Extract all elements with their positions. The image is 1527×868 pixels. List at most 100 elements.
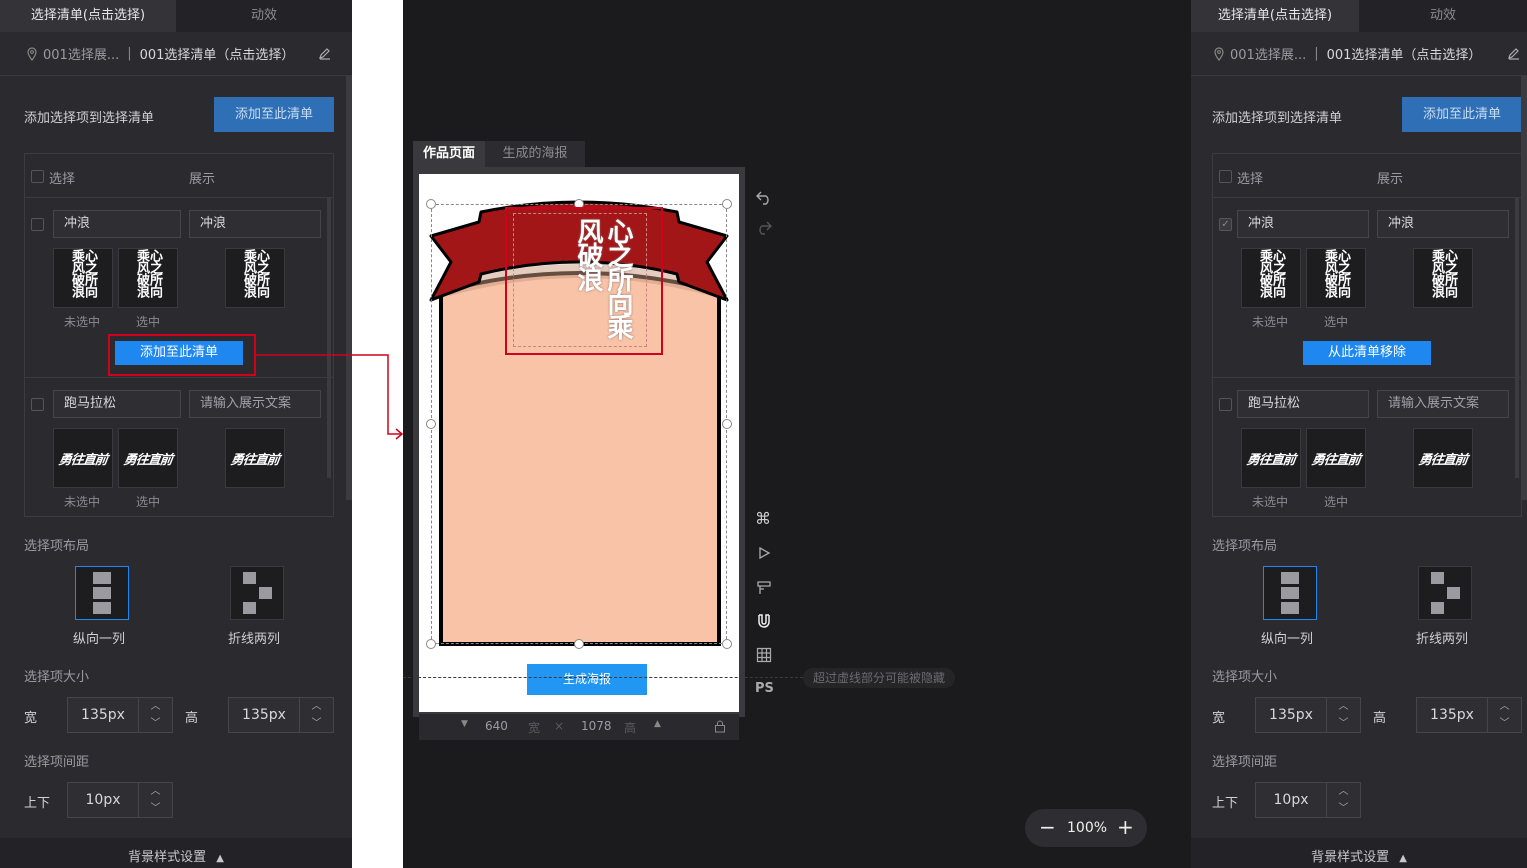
caret-up-icon[interactable]: ▲	[654, 719, 661, 729]
chevron-down-icon[interactable]: ﹀	[139, 800, 172, 817]
remove-from-list-button[interactable]: 从此清单移除	[1303, 341, 1431, 365]
stepper-arrows[interactable]: ︿ ﹀	[138, 698, 172, 732]
stepper-arrows[interactable]: ︿ ﹀	[1326, 783, 1360, 817]
list-scrollbar[interactable]	[1515, 198, 1519, 478]
thumb-selected[interactable]: 心之所向乘风破浪	[1306, 248, 1366, 308]
ps-export-icon[interactable]: PS	[755, 681, 774, 696]
chevron-up-icon[interactable]: ︿	[1327, 698, 1360, 715]
thumb-unselected[interactable]: 心之所向乘风破浪	[53, 248, 113, 308]
chevron-down-icon[interactable]: ﹀	[139, 715, 172, 732]
tab-animation[interactable]: 动效	[1359, 0, 1527, 32]
tab-select-list[interactable]: 选择清单(点击选择)	[1191, 0, 1359, 32]
resize-handle[interactable]	[722, 419, 732, 429]
height-value[interactable]: 135px	[229, 698, 299, 732]
item-checkbox[interactable]	[1219, 398, 1232, 411]
stepper-arrows[interactable]: ︿ ﹀	[1487, 698, 1521, 732]
annotation-arrow	[108, 334, 404, 440]
width-stepper[interactable]: 135px ︿ ﹀	[67, 697, 173, 733]
breadcrumb-parent[interactable]: 001选择展...	[1230, 44, 1306, 63]
thumb-unselected[interactable]: 勇往直前	[53, 428, 113, 488]
resize-handle[interactable]	[574, 639, 584, 649]
chevron-up-icon[interactable]: ︿	[139, 783, 172, 800]
format-painter-icon[interactable]	[756, 580, 772, 596]
thumb-selected[interactable]: 心之所向乘风破浪	[118, 248, 178, 308]
add-to-list-button[interactable]: 添加至此清单	[214, 97, 334, 132]
tab-generated-poster[interactable]: 生成的海报	[485, 141, 585, 167]
chevron-down-icon[interactable]: ﹀	[300, 715, 333, 732]
generate-poster-button[interactable]: 生成海报	[527, 664, 647, 695]
resize-handle[interactable]	[722, 199, 732, 209]
stepper-arrows[interactable]: ︿ ﹀	[299, 698, 333, 732]
item-name-input[interactable]: 冲浪	[53, 210, 181, 238]
tab-animation[interactable]: 动效	[176, 0, 352, 32]
tab-work-page[interactable]: 作品页面	[413, 141, 485, 167]
height-stepper[interactable]: 135px ︿ ﹀	[1416, 697, 1522, 733]
breadcrumb-parent[interactable]: 001选择展...	[43, 44, 119, 63]
canvas-height-value[interactable]: 1078	[581, 719, 612, 733]
thumb-display[interactable]: 心之所向乘风破浪	[1413, 248, 1473, 308]
magnet-icon[interactable]	[756, 613, 772, 630]
resize-handle[interactable]	[426, 419, 436, 429]
chevron-down-icon[interactable]: ﹀	[1327, 715, 1360, 732]
chevron-up-icon[interactable]: ︿	[1488, 698, 1521, 715]
preview-play-icon[interactable]	[757, 546, 771, 560]
canvas-width-value[interactable]: 640	[485, 719, 508, 733]
layout-zigzag-option[interactable]	[230, 566, 284, 620]
item-checkbox[interactable]	[31, 218, 44, 231]
caption-selected: 选中	[136, 315, 161, 329]
chevron-down-icon[interactable]: ﹀	[1327, 800, 1360, 817]
thumb-display[interactable]: 心之所向乘风破浪	[225, 248, 285, 308]
background-settings-toggle[interactable]: 背景样式设置 ▲	[0, 838, 352, 868]
background-settings-toggle[interactable]: 背景样式设置 ▲	[1191, 838, 1527, 868]
spacing-value[interactable]: 10px	[68, 783, 138, 817]
resize-handle[interactable]	[722, 639, 732, 649]
layout-zigzag-option[interactable]	[1418, 566, 1472, 620]
lock-icon[interactable]	[714, 720, 726, 733]
item-display-input[interactable]: 请输入展示文案	[1377, 390, 1509, 418]
stepper-arrows[interactable]: ︿ ﹀	[138, 783, 172, 817]
caret-down-icon[interactable]: ▼	[461, 719, 468, 729]
command-icon[interactable]: ⌘	[755, 509, 771, 528]
item-name-input[interactable]: 冲浪	[1237, 210, 1369, 238]
layout-vertical-option[interactable]	[75, 566, 129, 620]
height-value[interactable]: 135px	[1417, 698, 1487, 732]
width-value[interactable]: 135px	[68, 698, 138, 732]
add-to-list-button[interactable]: 添加至此清单	[1402, 97, 1522, 132]
panel-scrollbar[interactable]	[1521, 76, 1527, 500]
item-checkbox-checked[interactable]: ✓	[1219, 218, 1232, 231]
grid-icon[interactable]	[756, 647, 772, 663]
width-value[interactable]: 135px	[1256, 698, 1326, 732]
spacing-value[interactable]: 10px	[1256, 783, 1326, 817]
edit-pencil-icon[interactable]	[1507, 46, 1521, 60]
redo-icon[interactable]	[755, 219, 773, 235]
item-name-input[interactable]: 跑马拉松	[1237, 390, 1369, 418]
zoom-in-button[interactable]: +	[1117, 815, 1134, 839]
thumb-unselected[interactable]: 心之所向乘风破浪	[1241, 248, 1301, 308]
resize-handle[interactable]	[426, 199, 436, 209]
layout-vertical-option[interactable]	[1263, 566, 1317, 620]
select-all-checkbox[interactable]	[1219, 170, 1232, 183]
edit-pencil-icon[interactable]	[318, 46, 332, 60]
spacing-stepper[interactable]: 10px ︿ ﹀	[67, 782, 173, 818]
thumb-selected[interactable]: 勇往直前	[1306, 428, 1366, 488]
tab-select-list[interactable]: 选择清单(点击选择)	[0, 0, 176, 32]
chevron-down-icon[interactable]: ﹀	[1488, 715, 1521, 732]
spacing-stepper[interactable]: 10px ︿ ﹀	[1255, 782, 1361, 818]
zoom-out-button[interactable]: −	[1039, 815, 1056, 839]
thumb-display[interactable]: 勇往直前	[1413, 428, 1473, 488]
layout-zigzag-label: 折线两列	[228, 632, 281, 647]
undo-icon[interactable]	[755, 189, 773, 205]
zoom-level[interactable]: 100%	[1067, 820, 1107, 836]
chevron-up-icon[interactable]: ︿	[300, 698, 333, 715]
thumb-unselected[interactable]: 勇往直前	[1241, 428, 1301, 488]
item-checkbox[interactable]	[31, 398, 44, 411]
chevron-up-icon[interactable]: ︿	[1327, 783, 1360, 800]
item-display-input[interactable]: 冲浪	[189, 210, 321, 238]
resize-handle[interactable]	[426, 639, 436, 649]
select-all-checkbox[interactable]	[31, 170, 44, 183]
width-stepper[interactable]: 135px ︿ ﹀	[1255, 697, 1361, 733]
chevron-up-icon[interactable]: ︿	[139, 698, 172, 715]
stepper-arrows[interactable]: ︿ ﹀	[1326, 698, 1360, 732]
height-stepper[interactable]: 135px ︿ ﹀	[228, 697, 334, 733]
item-display-input[interactable]: 冲浪	[1377, 210, 1509, 238]
